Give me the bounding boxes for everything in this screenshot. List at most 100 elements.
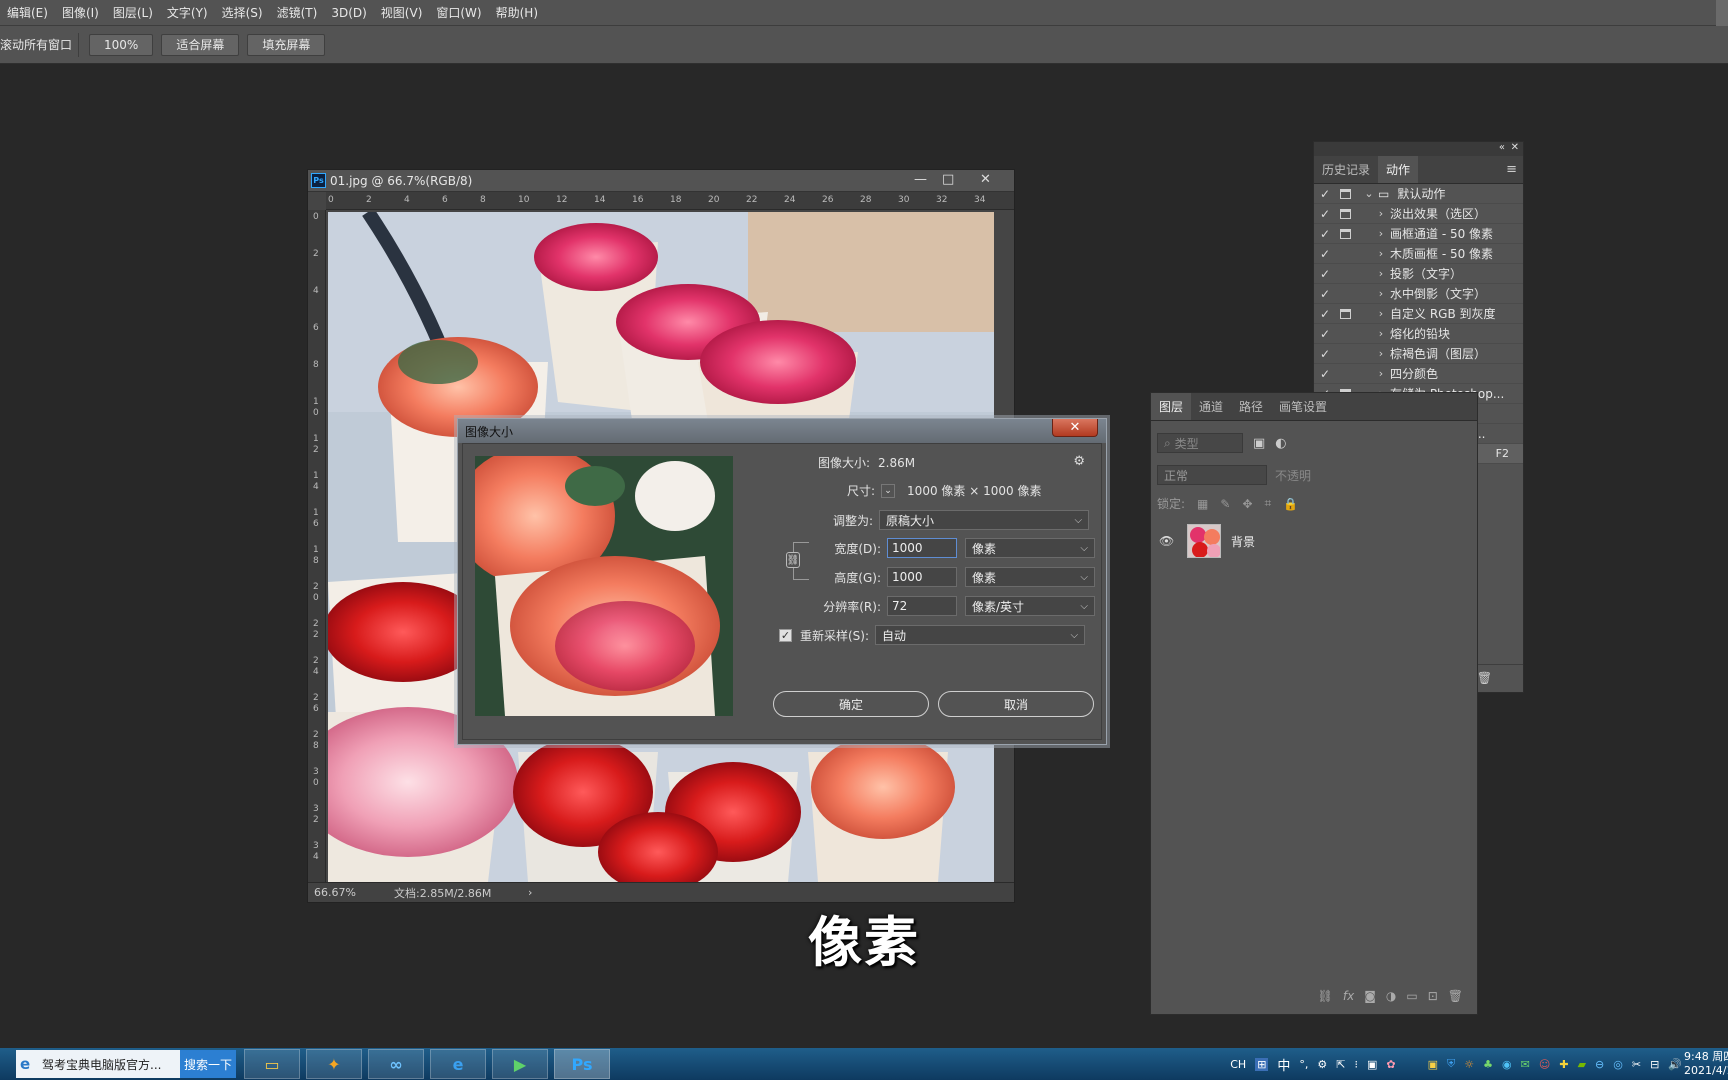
tab-channels[interactable]: 通道 <box>1191 393 1231 420</box>
height-unit-select[interactable]: 像素 ⌵ <box>965 567 1095 587</box>
blend-mode-select[interactable]: 正常 <box>1157 465 1267 485</box>
tray-app-icon-11[interactable]: ✂ <box>1632 1058 1641 1071</box>
menu-help[interactable]: 帮助(H) <box>489 4 545 21</box>
new-group-icon[interactable]: ▭ <box>1406 989 1417 1003</box>
collapse-panel-icon[interactable]: « <box>1499 142 1505 153</box>
dialog-toggle-icon[interactable] <box>1336 247 1354 261</box>
menu-edit[interactable]: 编辑(E) <box>0 4 55 21</box>
dialog-toggle-icon[interactable] <box>1336 307 1354 321</box>
ime-mode[interactable]: 中 <box>1277 1055 1290 1074</box>
action-row[interactable]: ✓ › 画框通道 - 50 像素 <box>1314 224 1523 244</box>
action-center-icon[interactable]: ⊟ <box>1650 1058 1659 1071</box>
flower-icon[interactable]: ✿ <box>1386 1058 1395 1071</box>
chevron-right-icon[interactable]: › <box>1372 287 1390 300</box>
action-row[interactable]: ✓ › 四分颜色 <box>1314 364 1523 384</box>
link-layers-icon[interactable]: ⛓ <box>1318 989 1333 1003</box>
tray-icon-1[interactable]: ⇱ <box>1336 1058 1345 1071</box>
tray-app-icon-10[interactable]: ◎ <box>1613 1058 1623 1071</box>
dialog-toggle-icon[interactable] <box>1336 207 1354 221</box>
width-input[interactable]: 1000 <box>887 538 957 558</box>
action-row[interactable]: ✓ › 淡出效果（选区） <box>1314 204 1523 224</box>
width-unit-select[interactable]: 像素 ⌵ <box>965 538 1095 558</box>
punctuation-icon[interactable]: °, <box>1299 1058 1308 1071</box>
chevron-right-icon[interactable]: › <box>1372 367 1390 380</box>
lock-all-icon[interactable]: 🔒 <box>1283 497 1298 511</box>
dialog-toggle-icon[interactable] <box>1336 267 1354 281</box>
filter-pixel-icon[interactable]: ▣ <box>1253 436 1265 451</box>
menu-filter[interactable]: 滤镜(T) <box>270 4 325 21</box>
close-panel-icon[interactable]: ✕ <box>1511 142 1519 153</box>
wechat-icon[interactable]: ✉ <box>1521 1058 1530 1071</box>
chevron-right-icon[interactable]: › <box>1372 207 1390 220</box>
lock-image-icon[interactable]: ✎ <box>1220 497 1230 511</box>
chevron-right-icon[interactable]: › <box>1372 307 1390 320</box>
zoom-100-button[interactable]: 100% <box>89 33 154 56</box>
fit-to-select[interactable]: 原稿大小 ⌵ <box>879 510 1090 530</box>
document-title-bar[interactable]: Ps 01.jpg @ 66.7%(RGB/8) — □ ✕ <box>308 170 1014 192</box>
tray-app-icon-8[interactable]: ✚ <box>1559 1058 1568 1071</box>
menu-image[interactable]: 图像(I) <box>55 4 106 21</box>
gear-icon[interactable]: ⚙ <box>1073 454 1085 469</box>
file-explorer-icon[interactable]: ▭ <box>244 1049 300 1079</box>
height-input[interactable]: 1000 <box>887 567 957 587</box>
chevron-right-icon[interactable]: › <box>1372 327 1390 340</box>
menu-view[interactable]: 视图(V) <box>374 4 430 21</box>
lock-artboard-icon[interactable]: ⌗ <box>1265 496 1272 511</box>
chevron-right-icon[interactable]: › <box>1372 267 1390 280</box>
fx-icon[interactable]: fx <box>1343 989 1354 1003</box>
dialog-toggle-icon[interactable] <box>1336 287 1354 301</box>
tray-app-icon-9[interactable]: ⊖ <box>1595 1058 1604 1071</box>
nvidia-icon[interactable]: ▰ <box>1578 1058 1586 1071</box>
minimize-icon[interactable]: — <box>914 172 927 187</box>
toggle-check-icon[interactable]: ✓ <box>1314 247 1336 261</box>
cancel-button[interactable]: 取消 <box>938 691 1094 717</box>
ruler-vertical[interactable]: 0 2 4 6 8 10 12 14 16 18 20 22 24 26 28 30 32 34 <box>308 210 326 882</box>
video-player-icon[interactable]: ▶ <box>492 1049 548 1079</box>
photoshop-taskbar-icon[interactable]: Ps <box>554 1049 610 1079</box>
tray-app-icon-6[interactable]: ◉ <box>1502 1058 1512 1071</box>
toggle-check-icon[interactable]: ✓ <box>1314 207 1336 221</box>
tray-app-icon-3[interactable]: ▣ <box>1428 1058 1438 1071</box>
tray-app-icon-5[interactable]: ♣ <box>1483 1058 1493 1071</box>
action-row[interactable]: ✓ › 水中倒影（文字） <box>1314 284 1523 304</box>
baidu-netdisk-icon[interactable]: ∞ <box>368 1049 424 1079</box>
taskbar-search-button[interactable]: 搜索一下 <box>180 1050 236 1078</box>
chevron-down-icon[interactable]: ⌄ <box>1360 187 1378 200</box>
add-mask-icon[interactable]: ◙ <box>1364 989 1376 1003</box>
lock-position-icon[interactable]: ✥ <box>1242 497 1252 511</box>
layer-name[interactable]: 背景 <box>1231 533 1255 550</box>
action-set-row[interactable]: ✓ ⌄ ▭ 默认动作 <box>1314 184 1523 204</box>
maximize-icon[interactable]: □ <box>942 172 954 187</box>
dialog-toggle-icon[interactable] <box>1336 187 1354 201</box>
menu-select[interactable]: 选择(S) <box>215 4 270 21</box>
tab-paths[interactable]: 路径 <box>1231 393 1271 420</box>
dialog-toggle-icon[interactable] <box>1336 367 1354 381</box>
toggle-check-icon[interactable]: ✓ <box>1314 187 1336 201</box>
toggle-check-icon[interactable]: ✓ <box>1314 307 1336 321</box>
fill-screen-button[interactable]: 填充屏幕 <box>247 33 326 56</box>
lock-transparent-icon[interactable]: ▦ <box>1197 497 1208 511</box>
adjustment-layer-icon[interactable]: ◑ <box>1386 989 1396 1003</box>
app-maple-icon[interactable]: ✦ <box>306 1049 362 1079</box>
dialog-title-bar[interactable]: 图像大小 ✕ <box>458 419 1106 443</box>
dimensions-unit-chevron-icon[interactable]: ⌄ <box>881 483 896 498</box>
settings-icon[interactable]: ⚙ <box>1317 1058 1327 1071</box>
taskbar-clock[interactable]: 9:48 周四 2021/4/1 <box>1684 1050 1728 1078</box>
chevron-right-icon[interactable]: › <box>1372 347 1390 360</box>
chevron-right-icon[interactable]: › <box>1372 227 1390 240</box>
ie-browser-icon[interactable]: e <box>430 1049 486 1079</box>
shield-icon[interactable]: ⛨ <box>1447 1057 1455 1071</box>
panel-menu-icon[interactable]: ≡ <box>1506 156 1517 183</box>
tray-icon-2[interactable]: ⁝ <box>1355 1058 1359 1071</box>
layer-kind-filter[interactable]: ⌕ 类型 <box>1157 433 1243 453</box>
tab-brush-settings[interactable]: 画笔设置 <box>1271 393 1335 420</box>
volume-icon[interactable]: 🔊 <box>1668 1058 1682 1071</box>
resolution-unit-select[interactable]: 像素/英寸 ⌵ <box>965 596 1095 616</box>
visibility-eye-icon[interactable]: 👁 <box>1159 534 1179 548</box>
scroll-all-windows-checkbox-label[interactable]: 滚动所有窗口 <box>0 36 76 53</box>
tab-actions[interactable]: 动作 <box>1378 156 1419 183</box>
chevron-right-icon[interactable]: › <box>1372 247 1390 260</box>
constrain-proportions-link-icon[interactable]: ⛓ <box>786 552 800 568</box>
toggle-check-icon[interactable]: ✓ <box>1314 267 1336 281</box>
menu-type[interactable]: 文字(Y) <box>160 4 215 21</box>
